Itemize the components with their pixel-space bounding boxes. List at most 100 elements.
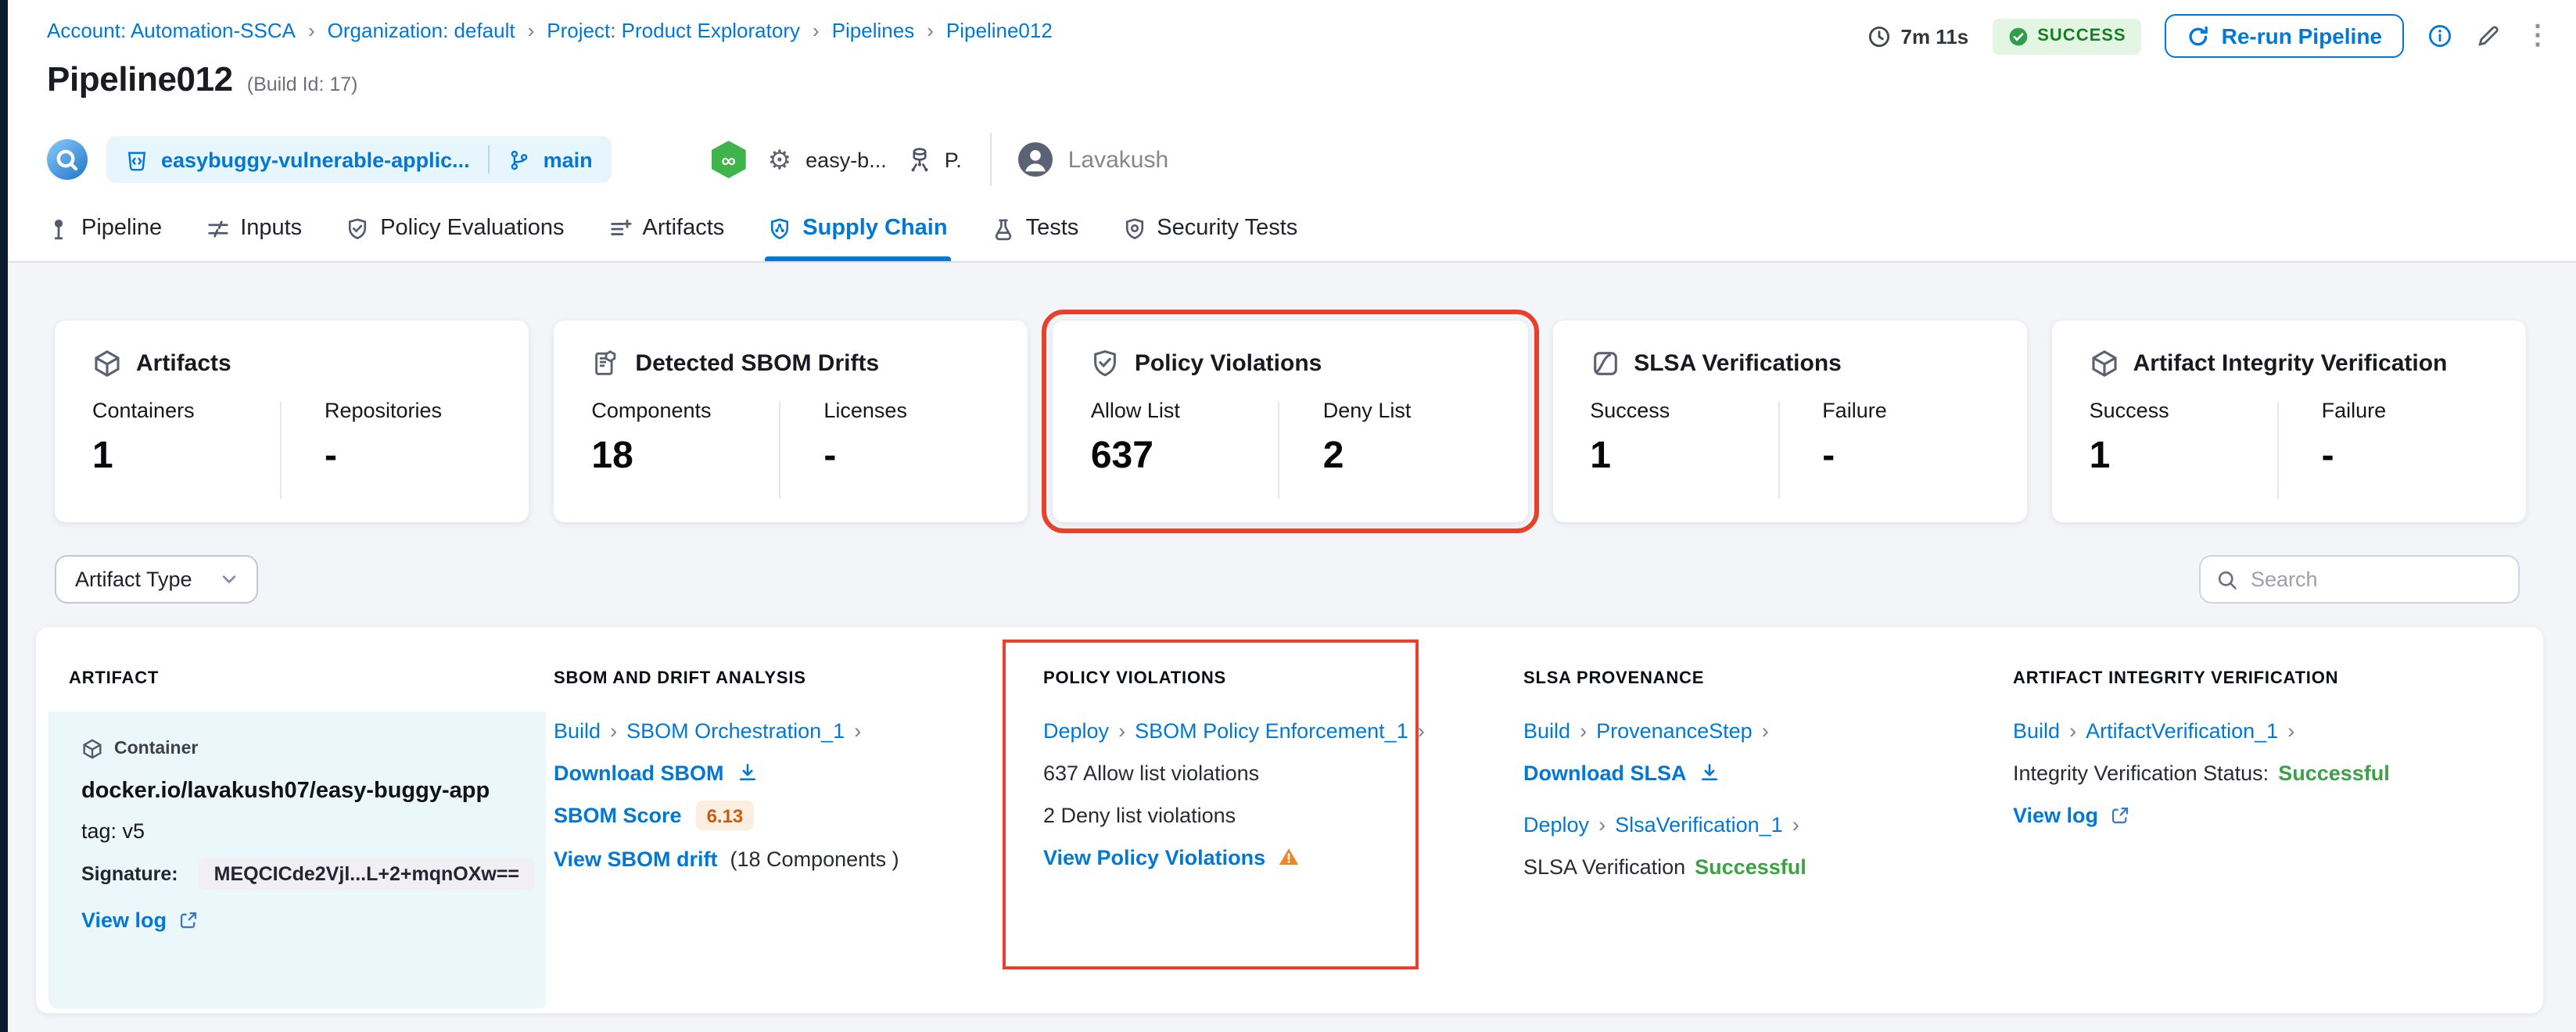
artifact-type-dropdown[interactable]: Artifact Type	[55, 555, 258, 604]
repo-name: easybuggy-vulnerable-applic...	[161, 148, 470, 171]
tab-label: Tests	[1026, 216, 1079, 241]
clock-icon	[1868, 24, 1892, 48]
artifact-integrity-cell: Build ArtifactVerification_1 Integrity V…	[2013, 711, 2513, 1009]
tab-label: Inputs	[240, 216, 302, 241]
metric-divider	[2277, 402, 2279, 499]
drift-count: (18 Components )	[730, 847, 899, 870]
cube-icon	[92, 349, 122, 378]
tab-label: Policy Evaluations	[380, 216, 564, 241]
breadcrumb-pipeline012[interactable]: Pipeline012	[946, 19, 1053, 42]
view-sbom-drift-link[interactable]: View SBOM drift	[554, 847, 718, 870]
metric-value: 1	[1590, 435, 1781, 478]
header-controls: 7m 11s SUCCESS Re-run Pipeline ⋮	[1868, 14, 2552, 58]
repository-icon	[125, 148, 149, 171]
breadcrumb-organization[interactable]: Organization: default	[328, 19, 515, 42]
deny-list-violations: 2 Deny list violations	[1043, 801, 1500, 829]
tab-policy-evaluations[interactable]: Policy Evaluations	[346, 195, 564, 261]
chevron-icon	[854, 718, 861, 742]
stage-link[interactable]: Build	[1523, 718, 1570, 742]
view-log-link[interactable]: View log	[81, 908, 167, 932]
tab-label: Security Tests	[1157, 216, 1297, 241]
metric-value: 18	[591, 435, 783, 478]
download-slsa-link[interactable]: Download SLSA	[1523, 761, 1687, 784]
view-log-link[interactable]: View log	[2013, 803, 2098, 826]
main-content: Artifacts Containers1 Repositories- Dete…	[0, 263, 2576, 1032]
signature-value: MEQCICde2Vjl...L+2+mqnOXw==	[199, 858, 535, 890]
step-link[interactable]: SlsaVerification_1	[1615, 812, 1783, 836]
edit-pipeline-button[interactable]	[2476, 23, 2501, 48]
tab-supply-chain[interactable]: Supply Chain	[768, 195, 947, 261]
tab-bar: Pipeline Inputs Policy Evaluations Artif…	[47, 195, 1297, 261]
breadcrumb-pipelines[interactable]: Pipelines	[832, 19, 915, 42]
branch-name: main	[544, 148, 593, 171]
artifacts-icon	[608, 217, 632, 240]
card-sbom-drifts: Detected SBOM Drifts Components18 Licens…	[554, 321, 1028, 522]
step-link[interactable]: SBOM Policy Enforcement_1	[1135, 718, 1408, 742]
stage-link[interactable]: Build	[2013, 718, 2060, 742]
avatar-icon	[1017, 141, 1054, 178]
more-options-button[interactable]: ⋮	[2524, 23, 2551, 48]
metric-value: 1	[92, 435, 284, 478]
stage-link[interactable]: Deploy	[1523, 812, 1589, 836]
column-header-policy: POLICY VIOLATIONS	[1043, 669, 1226, 688]
chevron-separator-icon	[1598, 812, 1606, 836]
sbom-score-link[interactable]: SBOM Score	[554, 804, 682, 827]
tab-label: Pipeline	[81, 216, 162, 241]
tab-label: Supply Chain	[802, 216, 947, 241]
metric-value: -	[325, 435, 491, 478]
view-policy-violations-link[interactable]: View Policy Violations	[1043, 845, 1265, 869]
status-text: SUCCESS	[2037, 27, 2126, 45]
tab-security-tests[interactable]: Security Tests	[1122, 195, 1297, 261]
tab-pipeline[interactable]: Pipeline	[47, 195, 162, 261]
sbom-cell: Build SBOM Orchestration_1 Download SBOM…	[554, 711, 1023, 1009]
step-link[interactable]: SBOM Orchestration_1	[626, 718, 845, 742]
chevron-separator-icon	[1118, 718, 1125, 742]
sbom-score-badge: 6.13	[696, 801, 755, 830]
refresh-icon	[2187, 24, 2211, 48]
card-slsa-verifications: SLSA Verifications Success1 Failure-	[1552, 321, 2026, 522]
search-input[interactable]	[2251, 568, 2502, 591]
build-id: (Build Id: 17)	[247, 73, 358, 95]
download-sbom-link[interactable]: Download SBOM	[554, 761, 724, 784]
metric-label: Deny List	[1323, 399, 1490, 422]
artifact-image-name: docker.io/lavakush07/easy-buggy-app	[81, 779, 513, 804]
external-link-icon	[178, 910, 198, 930]
signature-label: Signature:	[81, 863, 178, 885]
artifact-cell: Container docker.io/lavakush07/easy-bugg…	[48, 711, 546, 1009]
trigger-pipeline-name: easy-b...	[805, 148, 887, 171]
supply-chain-page: Account: Automation-SSCA › Organization:…	[0, 0, 2576, 1032]
step-link[interactable]: ArtifactVerification_1	[2086, 718, 2278, 742]
stage-link[interactable]: Deploy	[1043, 718, 1109, 742]
chevron-separator-icon	[1580, 718, 1587, 742]
page-title: Pipeline012	[47, 59, 233, 100]
search-box	[2199, 555, 2520, 604]
tab-inputs[interactable]: Inputs	[206, 195, 302, 261]
check-circle-icon	[2007, 26, 2028, 46]
gear-icon: ⚙	[768, 146, 792, 173]
info-button[interactable]	[2427, 23, 2452, 48]
pipeline-duration: 7m 11s	[1868, 24, 1969, 48]
tab-tests[interactable]: Tests	[992, 195, 1079, 261]
breadcrumb-project[interactable]: Project: Product Exploratory	[547, 19, 800, 42]
metric-label: Failure	[1822, 399, 1989, 422]
slsa-verification-status: Successful	[1695, 855, 1806, 878]
tab-artifacts[interactable]: Artifacts	[608, 195, 725, 261]
shield-check-icon	[1091, 349, 1121, 378]
delegate-icon	[906, 145, 934, 174]
rerun-pipeline-button[interactable]: Re-run Pipeline	[2165, 14, 2404, 58]
duration-text: 7m 11s	[1901, 24, 1969, 48]
metric-label: Components	[591, 399, 783, 422]
pipeline-icon	[47, 217, 70, 240]
repository-pill[interactable]: easybuggy-vulnerable-applic... main	[106, 136, 612, 183]
webhook-hexagon-icon: ∞	[712, 141, 746, 178]
breadcrumb-account[interactable]: Account: Automation-SSCA	[47, 19, 296, 42]
chevron-separator-icon	[610, 718, 617, 742]
slsa-provenance-cell: Build ProvenanceStep Download SLSA Deplo…	[1523, 711, 1993, 1009]
tab-label: Artifacts	[643, 216, 725, 241]
download-icon	[737, 761, 759, 783]
step-link[interactable]: ProvenanceStep	[1596, 718, 1753, 742]
sbom-document-icon	[591, 349, 621, 378]
stage-link[interactable]: Build	[554, 718, 601, 742]
card-title-text: Artifact Integrity Verification	[2133, 350, 2448, 377]
external-link-icon	[2109, 804, 2129, 825]
